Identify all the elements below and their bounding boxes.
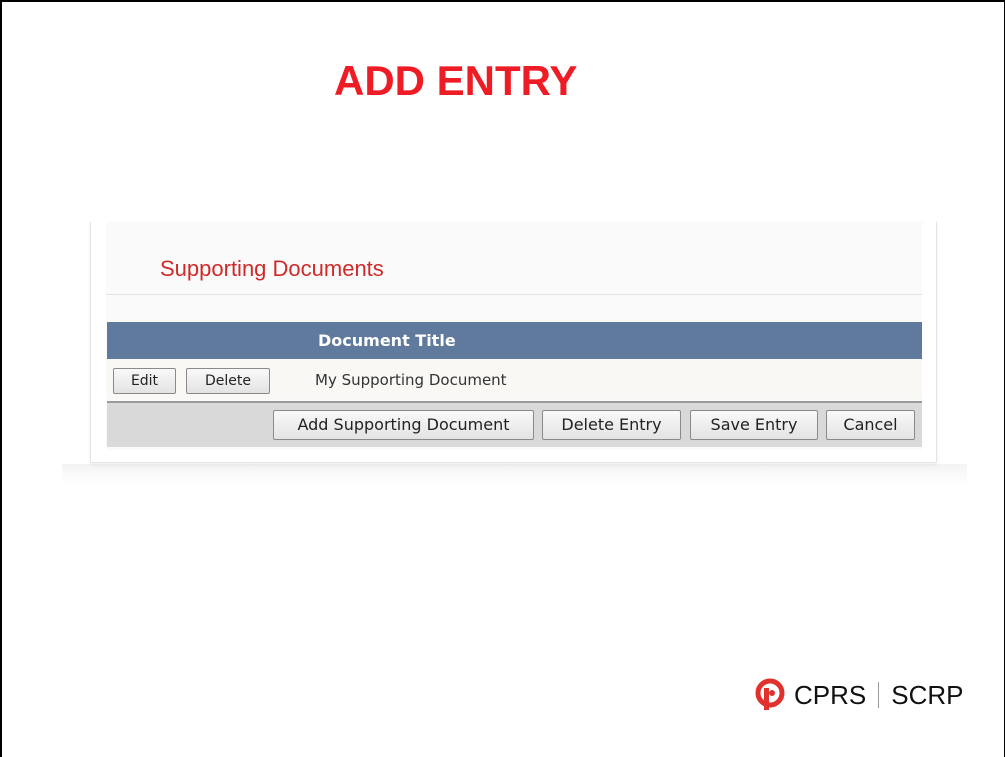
column-header-document-title: Document Title (318, 331, 456, 350)
logo-separator (878, 682, 880, 708)
cprs-logo: CPRS SCRP (754, 678, 964, 712)
add-supporting-document-button[interactable]: Add Supporting Document (273, 410, 534, 440)
documents-table-header: Document Title (107, 322, 922, 359)
edit-button[interactable]: Edit (113, 368, 176, 394)
slide-title: ADD ENTRY (334, 57, 578, 104)
cprs-logo-icon (755, 678, 785, 710)
document-title-cell: My Supporting Document (315, 371, 507, 389)
save-entry-button[interactable]: Save Entry (690, 410, 818, 440)
action-bar: Add Supporting Document Delete Entry Sav… (107, 401, 922, 447)
delete-entry-button[interactable]: Delete Entry (542, 410, 681, 440)
supporting-documents-panel: Supporting Documents Document Title Edit… (90, 222, 937, 463)
panel-shadow (62, 464, 967, 484)
logo-text-fr: SCRP (891, 679, 964, 710)
cancel-button[interactable]: Cancel (826, 410, 915, 440)
logo-text-en: CPRS (794, 679, 867, 710)
section-divider (106, 294, 922, 295)
panel-content: Supporting Documents Document Title Edit… (106, 222, 922, 450)
table-row: Edit Delete My Supporting Document (107, 359, 922, 399)
slide: ADD ENTRY Supporting Documents Document … (0, 0, 1005, 757)
section-heading: Supporting Documents (160, 256, 384, 281)
delete-button[interactable]: Delete (186, 368, 270, 394)
